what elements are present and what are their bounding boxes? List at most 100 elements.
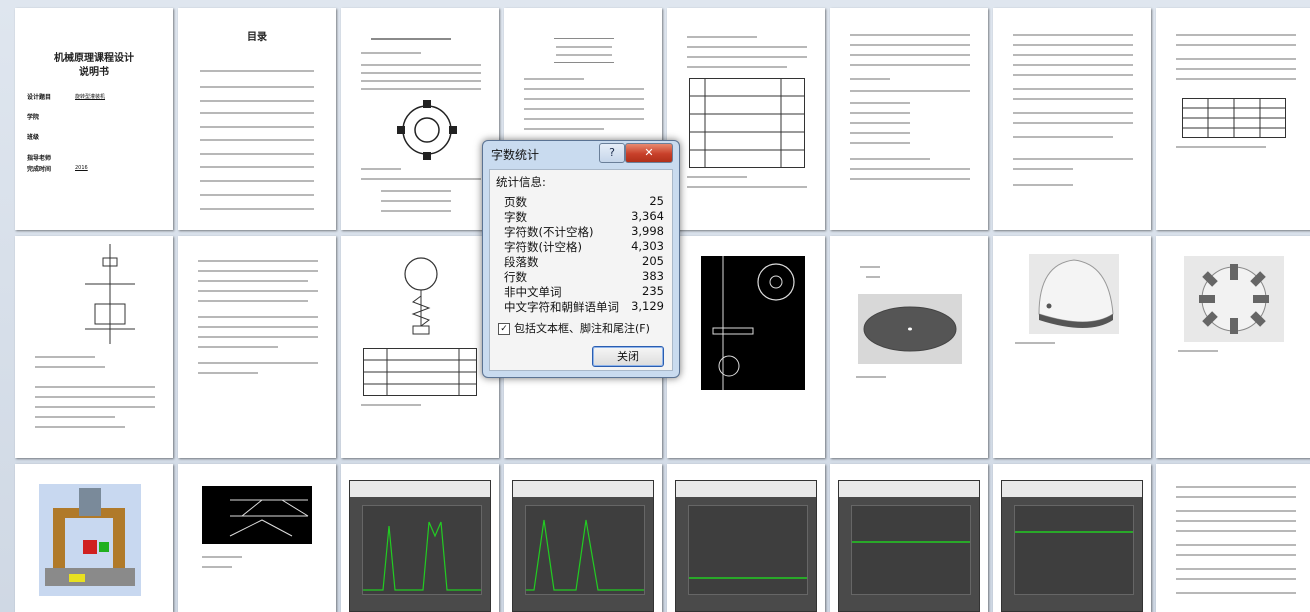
text-line <box>850 168 970 170</box>
cover-title-line2: 说明书 <box>79 67 109 78</box>
text-line <box>361 88 481 90</box>
table-line <box>556 46 612 48</box>
page-5[interactable] <box>667 8 825 230</box>
cover-field-value: 旋转型灌装机 <box>75 94 106 100</box>
text-line <box>198 372 258 374</box>
text-line <box>361 64 481 66</box>
text-line <box>850 78 890 80</box>
stat-row-paragraphs: 段落数 205 <box>504 254 664 269</box>
toc-line <box>200 153 314 155</box>
plot-curve <box>363 521 481 591</box>
page-17[interactable] <box>15 464 173 612</box>
stat-value: 383 <box>642 269 664 283</box>
stat-row-pages: 页数 25 <box>504 194 664 209</box>
text-line <box>361 72 481 74</box>
checkbox-label: 包括文本框、脚注和尾注(F) <box>514 322 650 335</box>
page-10[interactable] <box>178 236 336 458</box>
cover-field-value: 2016 <box>75 165 88 171</box>
page-8[interactable] <box>1156 8 1310 230</box>
toc-line <box>200 208 314 210</box>
text-line <box>1013 168 1073 170</box>
page-18[interactable] <box>178 464 336 612</box>
text-line <box>1176 58 1296 60</box>
page-toc[interactable]: 目录 <box>178 8 336 230</box>
page-19[interactable] <box>341 464 499 612</box>
plot-curve <box>689 577 807 579</box>
table-line <box>381 210 451 212</box>
plot-curve <box>1015 531 1133 533</box>
page-9[interactable] <box>15 236 173 458</box>
toc-line <box>200 139 314 141</box>
table-line <box>554 62 614 63</box>
page-22[interactable] <box>830 464 988 612</box>
page-7[interactable] <box>993 8 1151 230</box>
text-line <box>850 64 970 66</box>
page-20[interactable] <box>504 464 662 612</box>
text-line <box>361 404 421 406</box>
text-line <box>202 566 232 568</box>
text-line <box>850 122 910 124</box>
close-button[interactable]: 关闭 <box>592 346 664 367</box>
table-drawing <box>1182 98 1286 138</box>
stat-value: 3,364 <box>631 209 664 223</box>
page-16[interactable] <box>1156 236 1310 458</box>
text-line <box>850 34 970 36</box>
text-line <box>850 102 910 104</box>
text-line <box>198 270 318 272</box>
checkbox-check-icon[interactable]: ✓ <box>498 323 510 335</box>
stat-label: 页数 <box>504 195 527 209</box>
text-line <box>687 186 807 188</box>
page-cover[interactable]: 机械原理课程设计 说明书 设计题目 旋转型灌装机 学院 班级 指导老师 完成时间… <box>15 8 173 230</box>
text-line <box>1013 158 1133 160</box>
toc-line <box>200 86 314 88</box>
plot-window <box>675 480 817 612</box>
page-6[interactable] <box>830 8 988 230</box>
text-line <box>35 406 155 408</box>
text-line <box>1176 78 1296 80</box>
text-line <box>35 356 95 358</box>
text-line <box>524 78 584 80</box>
text-line <box>198 316 318 318</box>
text-line <box>850 90 970 92</box>
text-line <box>198 362 318 364</box>
cover-field-label: 学院 <box>27 114 40 121</box>
page-11[interactable] <box>341 236 499 458</box>
text-line <box>687 46 807 48</box>
plot-window <box>838 480 980 612</box>
text-line <box>1176 568 1296 570</box>
page-3[interactable] <box>341 8 499 230</box>
help-icon: ? <box>609 146 615 159</box>
page-15[interactable] <box>993 236 1151 458</box>
include-textboxes-checkbox[interactable]: ✓ 包括文本框、脚注和尾注(F) <box>498 320 650 336</box>
help-button[interactable]: ? <box>599 143 625 163</box>
stat-value: 3,129 <box>631 299 664 313</box>
text-line <box>850 158 930 160</box>
text-line <box>687 66 787 68</box>
text-line <box>1013 88 1133 90</box>
heading-line <box>371 38 451 40</box>
page-13[interactable] <box>667 236 825 458</box>
text-line <box>1176 44 1296 46</box>
stat-row-chars-with-spaces: 字符数(计空格) 4,303 <box>504 239 664 254</box>
plot-curve <box>526 519 644 591</box>
table-line <box>554 38 614 39</box>
page-24[interactable] <box>1156 464 1310 612</box>
text-line <box>198 336 318 338</box>
text-line <box>361 52 421 54</box>
close-x-button[interactable]: ✕ <box>625 143 673 163</box>
text-line <box>1176 578 1296 580</box>
page-14[interactable] <box>830 236 988 458</box>
toc-line <box>200 112 314 114</box>
text-line <box>361 178 481 180</box>
page-21[interactable] <box>667 464 825 612</box>
table-line <box>381 190 451 192</box>
page-23[interactable] <box>993 464 1151 612</box>
text-line <box>1013 98 1133 100</box>
text-line <box>850 44 970 46</box>
text-line <box>361 168 401 170</box>
toc-line <box>200 180 314 182</box>
cover-title-line1: 机械原理课程设计 <box>54 53 134 64</box>
stat-row-cjk-chars: 中文字符和朝鲜语单词 3,129 <box>504 299 664 314</box>
text-line <box>198 290 318 292</box>
cam-follower-drawing <box>404 257 438 335</box>
